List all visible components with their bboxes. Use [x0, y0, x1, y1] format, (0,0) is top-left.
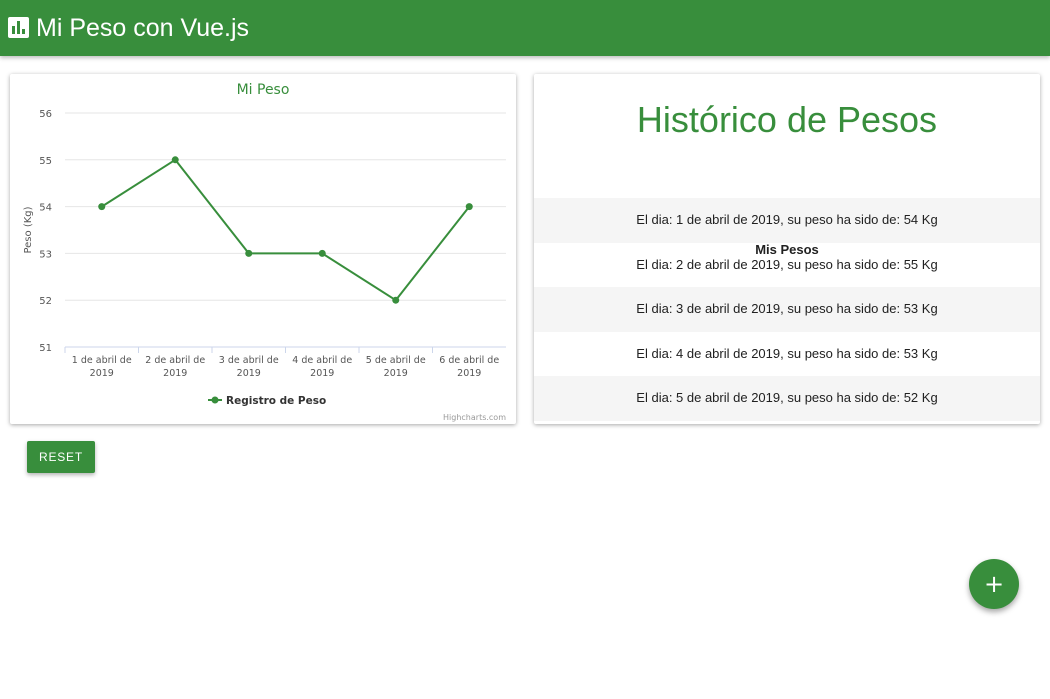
- reset-button[interactable]: RESET: [27, 441, 95, 473]
- x-tick-label: 3 de abril de 2019: [219, 355, 279, 379]
- history-row: El dia: 1 de abril de 2019, su peso ha s…: [534, 198, 1040, 243]
- data-point: [465, 203, 473, 211]
- history-title: Histórico de Pesos: [636, 99, 938, 140]
- weight-line-chart: Mi Peso 51 52 53 54 55 56 Peso (Kg) 1 de abril d…: [23, 82, 506, 422]
- weight-history-card: Histórico de Pesos Mis Pesos El dia: 1 d…: [534, 74, 1040, 424]
- y-tick-label: 52: [39, 296, 52, 307]
- x-tick-label: 1 de abril de 2019: [72, 355, 132, 379]
- chart-credits: Highcharts.com: [443, 413, 506, 422]
- y-tick-label: 54: [39, 203, 52, 214]
- data-point: [318, 249, 326, 257]
- history-row: El dia: 4 de abril de 2019, su peso ha s…: [636, 345, 938, 361]
- y-tick-label: 56: [39, 109, 52, 120]
- add-weight-button[interactable]: +: [969, 559, 1019, 609]
- app-bar: Mi Peso con Vue.js: [0, 0, 1050, 56]
- data-point: [171, 156, 179, 164]
- history-row: El dia: 5 de abril de 2019, su peso ha s…: [534, 376, 1040, 421]
- x-tick-label: 6 de abril de 2019: [439, 355, 499, 379]
- data-point: [392, 296, 400, 304]
- legend-marker: [211, 396, 219, 404]
- x-tick-label: 2 de abril de 2019: [145, 355, 205, 379]
- history-row: El dia: 2 de abril de 2019, su peso ha s…: [636, 256, 938, 272]
- series-line-registro-de-peso: [101, 158, 471, 302]
- x-tick-label: 4 de abril de 2019: [292, 355, 352, 379]
- y-tick-label: 53: [39, 249, 52, 260]
- x-tick-label: 5 de abril de 2019: [366, 355, 426, 379]
- chart-title: Mi Peso: [237, 82, 290, 98]
- y-axis-label: Peso (Kg): [23, 206, 34, 253]
- y-tick-label: 55: [39, 156, 52, 167]
- y-tick-label: 51: [39, 343, 52, 354]
- bar-chart-icon: [8, 17, 29, 38]
- legend-label: Registro de Peso: [226, 395, 326, 407]
- plus-icon: +: [983, 570, 1005, 598]
- data-point: [245, 249, 253, 257]
- data-point: [98, 203, 106, 211]
- history-row: El dia: 3 de abril de 2019, su peso ha s…: [534, 287, 1040, 332]
- app-title: Mi Peso con Vue.js: [36, 14, 250, 42]
- weight-chart-card: Mi Peso 51 52 53 54 55 56 Peso (Kg) 1 de abril d…: [10, 74, 516, 424]
- history-list: El dia: 1 de abril de 2019, su peso ha s…: [534, 198, 1040, 421]
